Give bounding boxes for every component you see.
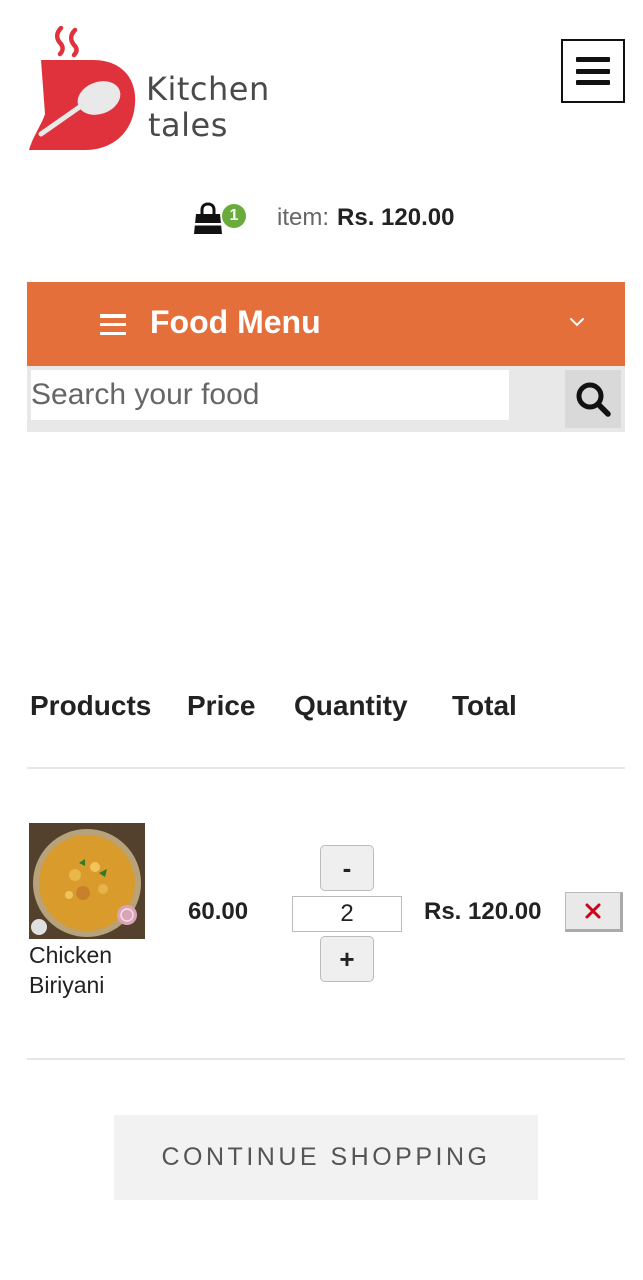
header-total: Total — [452, 690, 517, 721]
chevron-down-icon — [570, 318, 584, 327]
header-price: Price — [187, 690, 256, 721]
brand-logo[interactable]: Kitchen tales — [27, 26, 277, 152]
food-menu-title: Food Menu — [150, 304, 321, 340]
row-total: Rs. 120.00 — [424, 898, 542, 925]
header-quantity: Quantity — [294, 690, 408, 721]
search-button[interactable] — [565, 370, 621, 428]
shopping-bag-icon — [194, 202, 222, 234]
search-bar — [27, 366, 625, 432]
continue-shopping-button[interactable]: CONTINUE SHOPPING — [114, 1115, 538, 1200]
hamburger-icon — [576, 57, 610, 85]
remove-item-button[interactable] — [565, 892, 623, 932]
search-input[interactable] — [31, 370, 509, 420]
cart-item-label: item: — [277, 204, 330, 231]
product-image[interactable] — [29, 823, 145, 939]
food-menu-dropdown[interactable]: Food Menu — [27, 282, 625, 366]
search-icon — [576, 382, 611, 417]
logo-line-1: Kitchen — [146, 70, 270, 108]
cart-link[interactable]: 1 — [190, 200, 246, 236]
table-divider — [27, 767, 625, 769]
quantity-input[interactable] — [292, 896, 402, 932]
product-name[interactable]: Chicken Biriyani — [29, 940, 159, 1000]
decrease-quantity-button[interactable]: - — [320, 845, 374, 891]
header-products: Products — [30, 690, 152, 721]
close-icon — [585, 903, 601, 919]
increase-quantity-button[interactable]: + — [320, 936, 374, 982]
logo-mark — [29, 26, 136, 150]
main-menu-button[interactable] — [561, 39, 625, 103]
logo-wordmark: Kitchen tales — [146, 71, 270, 143]
table-divider — [27, 1058, 625, 1060]
cart-count-badge: 1 — [222, 204, 246, 228]
cart-item-total: Rs. 120.00 — [337, 204, 455, 231]
product-price: 60.00 — [188, 898, 249, 925]
cart-summary[interactable]: 1 item: Rs. 120.00 — [190, 196, 454, 240]
hamburger-icon — [100, 314, 126, 335]
logo-line-2: tales — [148, 106, 228, 144]
